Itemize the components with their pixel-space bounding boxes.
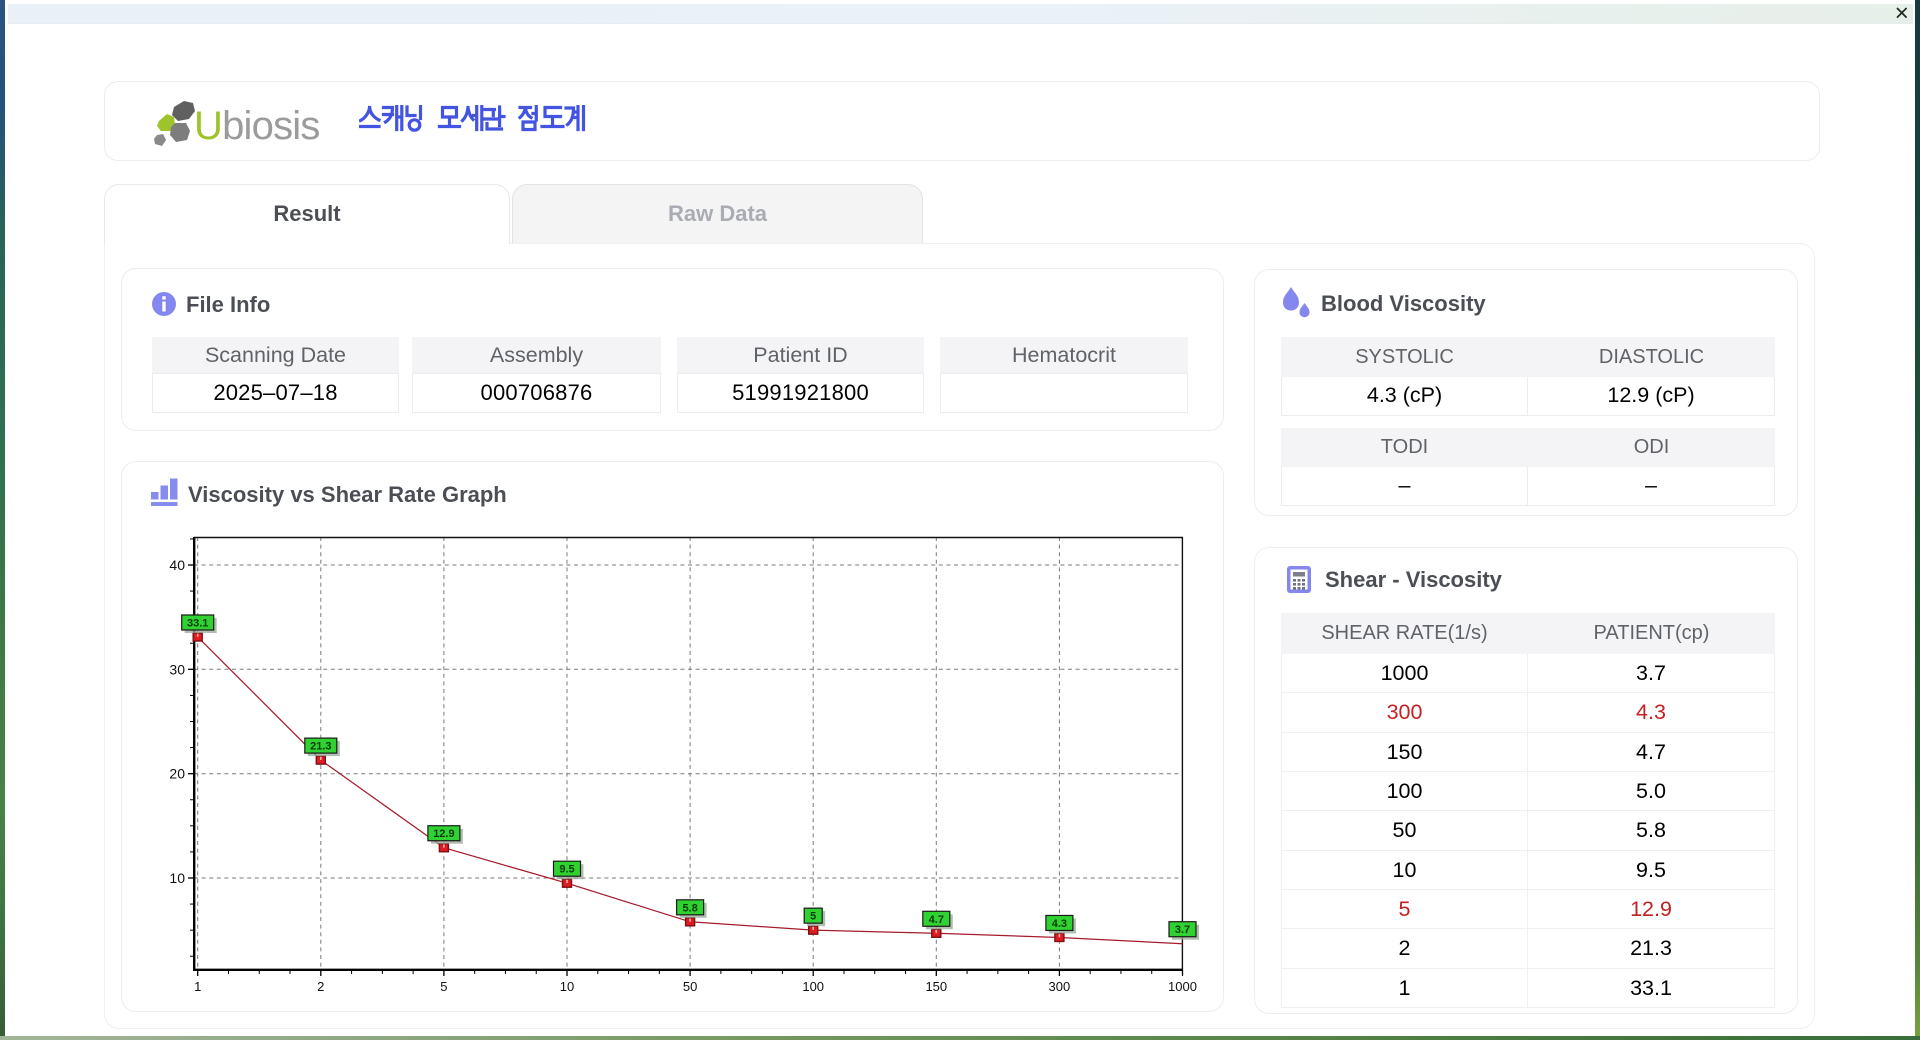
- svg-text:2: 2: [317, 979, 324, 994]
- svg-text:30: 30: [169, 661, 185, 677]
- svg-text:10: 10: [169, 870, 185, 886]
- svg-text:10: 10: [560, 979, 574, 994]
- svg-text:Ubiosis: Ubiosis: [194, 104, 320, 148]
- svg-text:20: 20: [169, 766, 185, 782]
- svg-text:4.7: 4.7: [929, 914, 944, 926]
- svg-text:50: 50: [683, 979, 697, 994]
- svg-text:40: 40: [169, 557, 185, 573]
- svg-text:5: 5: [810, 911, 816, 923]
- svg-text:300: 300: [1049, 979, 1071, 994]
- svg-text:1: 1: [194, 979, 201, 994]
- svg-text:33.1: 33.1: [187, 617, 208, 629]
- svg-text:5: 5: [440, 979, 447, 994]
- svg-text:150: 150: [925, 979, 947, 994]
- svg-text:4.3: 4.3: [1052, 918, 1067, 930]
- svg-text:1000: 1000: [1168, 979, 1197, 994]
- svg-text:9.5: 9.5: [559, 864, 574, 876]
- svg-text:3.7: 3.7: [1175, 924, 1190, 936]
- svg-text:21.3: 21.3: [310, 741, 331, 753]
- svg-text:5.8: 5.8: [682, 902, 697, 914]
- svg-text:12.9: 12.9: [433, 828, 454, 840]
- svg-text:100: 100: [802, 979, 824, 994]
